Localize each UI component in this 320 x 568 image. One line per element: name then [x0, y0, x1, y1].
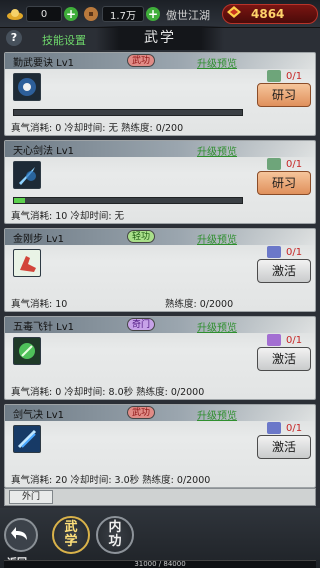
fist-skill-icon[interactable]: [13, 73, 41, 101]
skill-book-count: 0/1: [267, 69, 311, 83]
skill-name: 五毒飞针 Lv1: [13, 322, 75, 333]
skill-book-icon: [267, 422, 281, 434]
poison-needle-skill-icon[interactable]: [13, 337, 41, 365]
combat-power-value: 4864: [251, 7, 285, 21]
tab-martial-arts[interactable]: 武学: [52, 516, 90, 554]
skill-book-icon: [267, 158, 281, 170]
upgrade-preview-link[interactable]: 升级预览: [197, 231, 237, 246]
skill-card: 五毒飞针 Lv1 奇门 升级预览 0/1 激活 真气消耗: 0 冷却时间: 8.…: [4, 316, 317, 400]
skill-stats: 真气消耗: 20 冷却时间: 3.0秒 熟练度: 0/2000: [11, 475, 211, 486]
add-silver-button[interactable]: +: [146, 7, 160, 21]
page-header: ? 技能设置 武学: [0, 26, 320, 50]
boot-skill-icon[interactable]: [13, 249, 41, 277]
skill-book-icon: [267, 246, 281, 258]
mastery-progress-bar: [13, 197, 243, 204]
upgrade-preview-link[interactable]: 升级预览: [197, 55, 237, 70]
tab-outer-sect[interactable]: 外门: [9, 490, 53, 504]
skill-card: 天心剑法 Lv1 升级预览 0/1 研习 真气消耗: 10 冷却时间: 无: [4, 140, 317, 224]
skill-card: 勤武要诀 Lv1 武功 升级预览 0/1 研习 真气消耗: 0 冷却时间: 无 …: [4, 52, 317, 136]
top-status-bar: 0 + 1.7万 + 傲世江湖 4864: [0, 0, 320, 28]
skill-book-count: 0/1: [267, 333, 311, 347]
gold-ingot-icon: [4, 4, 26, 24]
skill-book-count: 0/1: [267, 245, 311, 259]
activate-button[interactable]: 激活: [257, 435, 311, 459]
skill-name: 金刚步 Lv1: [13, 234, 65, 245]
book-count-text: 0/1: [286, 158, 303, 170]
experience-text: 31000 / 84000: [134, 560, 186, 568]
bottom-nav: 返回 武学 内功: [0, 508, 320, 568]
combat-power: 4864: [222, 4, 318, 24]
skill-stats: 真气消耗: 10 冷却时间: 无: [11, 211, 125, 222]
tab-martial-label: 武学: [64, 520, 78, 549]
upgrade-preview-link[interactable]: 升级预览: [197, 319, 237, 334]
book-count-text: 0/1: [286, 422, 303, 434]
skill-setting-link[interactable]: 技能设置: [42, 32, 86, 48]
upgrade-preview-link[interactable]: 升级预览: [197, 407, 237, 422]
skill-card: 剑气决 Lv1 武功 升级预览 0/1 激活 真气消耗: 20 冷却时间: 3.…: [4, 404, 317, 488]
skill-book-icon: [267, 70, 281, 82]
silver-value: 1.7万: [102, 6, 144, 22]
skill-book-count: 0/1: [267, 157, 311, 171]
coin-icon: [80, 4, 102, 24]
power-wing-icon: [223, 5, 245, 23]
gold-value: 0: [26, 6, 62, 22]
skill-stats: 真气消耗: 0 冷却时间: 无 熟练度: 0/200: [11, 123, 184, 134]
add-gold-button[interactable]: +: [64, 7, 78, 21]
back-arrow-icon: [11, 527, 27, 540]
tab-inner-label: 内功: [108, 520, 122, 549]
skill-category-tabbar: 外门: [4, 488, 316, 506]
help-button[interactable]: ?: [6, 30, 22, 46]
sword-qi-skill-icon[interactable]: [13, 425, 41, 453]
tab-inner-power[interactable]: 内功: [96, 516, 134, 554]
skill-name: 天心剑法 Lv1: [13, 146, 75, 157]
skill-type-tag: 武功: [127, 406, 155, 419]
upgrade-preview-link[interactable]: 升级预览: [197, 143, 237, 158]
activate-button[interactable]: 激活: [257, 347, 311, 371]
skill-type-tag: 武功: [127, 54, 155, 67]
skill-name: 勤武要诀 Lv1: [13, 58, 75, 69]
book-count-text: 0/1: [286, 70, 303, 82]
skill-mastery: 熟练度: 0/2000: [165, 299, 234, 310]
mastery-progress-bar: [13, 109, 243, 116]
study-button[interactable]: 研习: [257, 171, 311, 195]
silver-resource: 1.7万 +: [80, 4, 160, 24]
experience-bar: 31000 / 84000: [4, 560, 316, 568]
skill-name: 剑气决 Lv1: [13, 410, 65, 421]
page-title: 武学: [96, 26, 224, 50]
study-button[interactable]: 研习: [257, 83, 311, 107]
skill-book-icon: [267, 334, 281, 346]
sword-skill-icon[interactable]: [13, 161, 41, 189]
skill-stats: 真气消耗: 0 冷却时间: 8.0秒 熟练度: 0/2000: [11, 387, 205, 398]
book-count-text: 0/1: [286, 246, 303, 258]
back-button[interactable]: [4, 518, 38, 552]
skill-book-count: 0/1: [267, 421, 311, 435]
activate-button[interactable]: 激活: [257, 259, 311, 283]
skill-card: 金刚步 Lv1 轻功 升级预览 0/1 激活 真气消耗: 10 熟练度: 0/2…: [4, 228, 317, 312]
server-name: 傲世江湖: [166, 9, 210, 22]
mastery-progress-fill: [14, 198, 26, 203]
skill-type-tag: 奇门: [127, 318, 155, 331]
skill-stats: 真气消耗: 10: [11, 299, 68, 310]
skill-type-tag: 轻功: [127, 230, 155, 243]
book-count-text: 0/1: [286, 334, 303, 346]
gold-resource: 0 +: [4, 4, 78, 24]
